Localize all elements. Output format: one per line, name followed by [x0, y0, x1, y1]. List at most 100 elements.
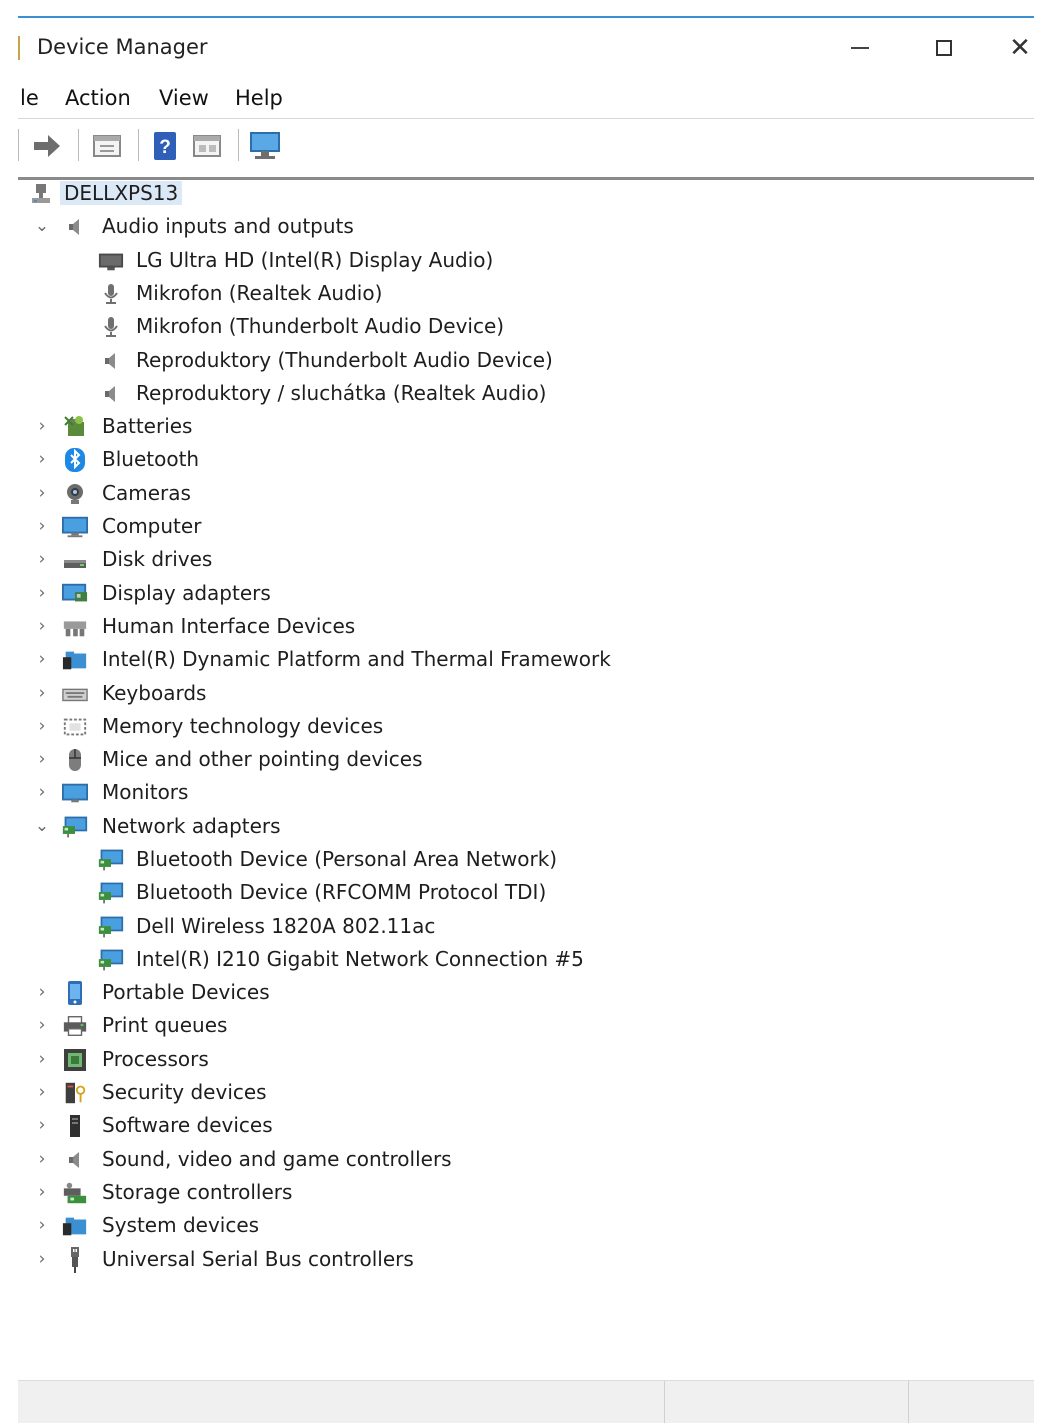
tree-item-label: Disk drives — [102, 547, 213, 571]
monitor-scan-icon — [250, 132, 280, 159]
category-system-devices[interactable]: › System devices — [18, 1210, 1018, 1243]
category-batteries[interactable]: › Batteries — [18, 411, 1018, 444]
category-bluetooth[interactable]: › Bluetooth — [18, 444, 1018, 477]
device-item[interactable]: Mikrofon (Thunderbolt Audio Device) — [18, 311, 1018, 344]
scan-hardware-button[interactable] — [248, 129, 282, 163]
close-icon: ✕ — [1009, 33, 1031, 63]
category-storage-controllers[interactable]: › Storage controllers — [18, 1177, 1018, 1210]
status-bar — [18, 1380, 1034, 1423]
display-adapter-icon — [62, 582, 88, 606]
category-universal-serial-bus-controllers[interactable]: › Universal Serial Bus controllers — [18, 1244, 1018, 1277]
speaker-icon — [62, 215, 88, 239]
status-divider — [664, 1381, 665, 1423]
forward-button[interactable] — [30, 129, 64, 163]
category-sound-video-and-game-controllers[interactable]: › Sound, video and game controllers — [18, 1144, 1018, 1177]
tree-item-label: Portable Devices — [102, 980, 270, 1004]
category-monitors[interactable]: › Monitors — [18, 777, 1018, 810]
chevron-right-icon[interactable]: › — [32, 748, 52, 770]
details-view-icon — [193, 135, 221, 157]
close-button[interactable]: ✕ — [1006, 30, 1034, 66]
title-bar[interactable]: Device Manager ✕ — [18, 18, 1034, 78]
chevron-right-icon[interactable]: › — [32, 615, 52, 637]
device-item[interactable]: Dell Wireless 1820A 802.11ac — [18, 911, 1018, 944]
tree-item-label: LG Ultra HD (Intel(R) Display Audio) — [136, 248, 494, 272]
category-memory-technology-devices[interactable]: › Memory technology devices — [18, 711, 1018, 744]
category-disk-drives[interactable]: › Disk drives — [18, 544, 1018, 577]
tree-item-label: Storage controllers — [102, 1180, 293, 1204]
category-network-adapters[interactable]: ⌄ Network adapters — [18, 811, 1018, 844]
tree-item-label: Mice and other pointing devices — [102, 747, 423, 771]
toolbar-separator — [18, 129, 19, 161]
chevron-right-icon[interactable]: › — [32, 1014, 52, 1036]
category-intel-r-dynamic-platform-and-thermal-framework[interactable]: › Intel(R) Dynamic Platform and Thermal F… — [18, 644, 1018, 677]
chevron-right-icon[interactable]: › — [32, 1248, 52, 1270]
chevron-down-icon[interactable]: ⌄ — [32, 215, 52, 237]
chevron-right-icon[interactable]: › — [32, 448, 52, 470]
toolbar-separator — [78, 129, 79, 161]
category-mice-and-other-pointing-devices[interactable]: › Mice and other pointing devices — [18, 744, 1018, 777]
details-view-button[interactable] — [190, 129, 224, 163]
chevron-right-icon[interactable]: › — [32, 1114, 52, 1136]
category-display-adapters[interactable]: › Display adapters — [18, 578, 1018, 611]
menu-action[interactable]: Action — [65, 86, 131, 110]
category-processors[interactable]: › Processors — [18, 1044, 1018, 1077]
tree-item-label: Batteries — [102, 414, 193, 438]
chevron-right-icon[interactable]: › — [32, 781, 52, 803]
chevron-down-icon[interactable]: ⌄ — [32, 815, 52, 837]
menu-help[interactable]: Help — [235, 86, 283, 110]
category-cameras[interactable]: › Cameras — [18, 478, 1018, 511]
device-item[interactable]: LG Ultra HD (Intel(R) Display Audio) — [18, 245, 1018, 278]
menu-view[interactable]: View — [159, 86, 209, 110]
menu-bar: le Action View Help — [18, 80, 1034, 118]
category-keyboards[interactable]: › Keyboards — [18, 678, 1018, 711]
chevron-right-icon[interactable]: › — [32, 582, 52, 604]
computer-icon — [62, 515, 88, 539]
tree-item-label: Security devices — [102, 1080, 267, 1104]
device-item[interactable]: Reproduktory (Thunderbolt Audio Device) — [18, 345, 1018, 378]
category-computer[interactable]: › Computer — [18, 511, 1018, 544]
device-tree[interactable]: DELLXPS13 ⌄ Audio inputs and outputs LG Ult… — [18, 178, 1034, 1378]
category-security-devices[interactable]: › Security devices — [18, 1077, 1018, 1110]
menu-file[interactable]: le — [20, 86, 39, 110]
minimize-icon — [851, 47, 869, 49]
chevron-right-icon[interactable]: › — [32, 548, 52, 570]
category-print-queues[interactable]: › Print queues — [18, 1010, 1018, 1043]
chevron-right-icon[interactable]: › — [32, 1081, 52, 1103]
device-item[interactable]: Intel(R) I210 Gigabit Network Connection… — [18, 944, 1018, 977]
system-folder-icon — [62, 648, 88, 672]
chevron-right-icon[interactable]: › — [32, 682, 52, 704]
chevron-right-icon[interactable]: › — [32, 648, 52, 670]
chevron-right-icon[interactable]: › — [32, 1181, 52, 1203]
tree-item-label: DELLXPS13 — [60, 181, 183, 205]
window-title: Device Manager — [37, 35, 208, 59]
microphone-icon — [98, 315, 124, 339]
chevron-right-icon[interactable]: › — [32, 715, 52, 737]
software-device-icon — [62, 1114, 88, 1138]
chevron-right-icon[interactable]: › — [32, 1048, 52, 1070]
maximize-button[interactable] — [922, 30, 966, 66]
chevron-right-icon[interactable]: › — [32, 415, 52, 437]
chevron-right-icon[interactable]: › — [32, 981, 52, 1003]
chevron-right-icon[interactable]: › — [32, 515, 52, 537]
help-button[interactable]: ? — [148, 129, 182, 163]
tree-item-label: Software devices — [102, 1113, 273, 1137]
device-item[interactable]: Bluetooth Device (RFCOMM Protocol TDI) — [18, 877, 1018, 910]
category-audio-inputs-and-outputs[interactable]: ⌄ Audio inputs and outputs — [18, 211, 1018, 244]
chevron-right-icon[interactable]: › — [32, 482, 52, 504]
chevron-right-icon[interactable]: › — [32, 1214, 52, 1236]
properties-button[interactable] — [90, 129, 124, 163]
category-software-devices[interactable]: › Software devices — [18, 1110, 1018, 1143]
category-portable-devices[interactable]: › Portable Devices — [18, 977, 1018, 1010]
forward-arrow-icon — [34, 135, 60, 157]
network-adapter-icon — [98, 948, 124, 972]
chevron-right-icon[interactable]: › — [32, 1148, 52, 1170]
device-item[interactable]: Reproduktory / sluchátka (Realtek Audio) — [18, 378, 1018, 411]
category-human-interface-devices[interactable]: › Human Interface Devices — [18, 611, 1018, 644]
device-manager-window: Device Manager ✕ le Action View Help ? D… — [18, 16, 1034, 1423]
keyboard-icon — [62, 682, 88, 706]
device-item[interactable]: Mikrofon (Realtek Audio) — [18, 278, 1018, 311]
device-item[interactable]: Bluetooth Device (Personal Area Network) — [18, 844, 1018, 877]
tree-root-node[interactable]: DELLXPS13 — [18, 178, 1018, 211]
minimize-button[interactable] — [838, 30, 882, 66]
tree-item-label: Intel(R) I210 Gigabit Network Connection… — [136, 947, 584, 971]
